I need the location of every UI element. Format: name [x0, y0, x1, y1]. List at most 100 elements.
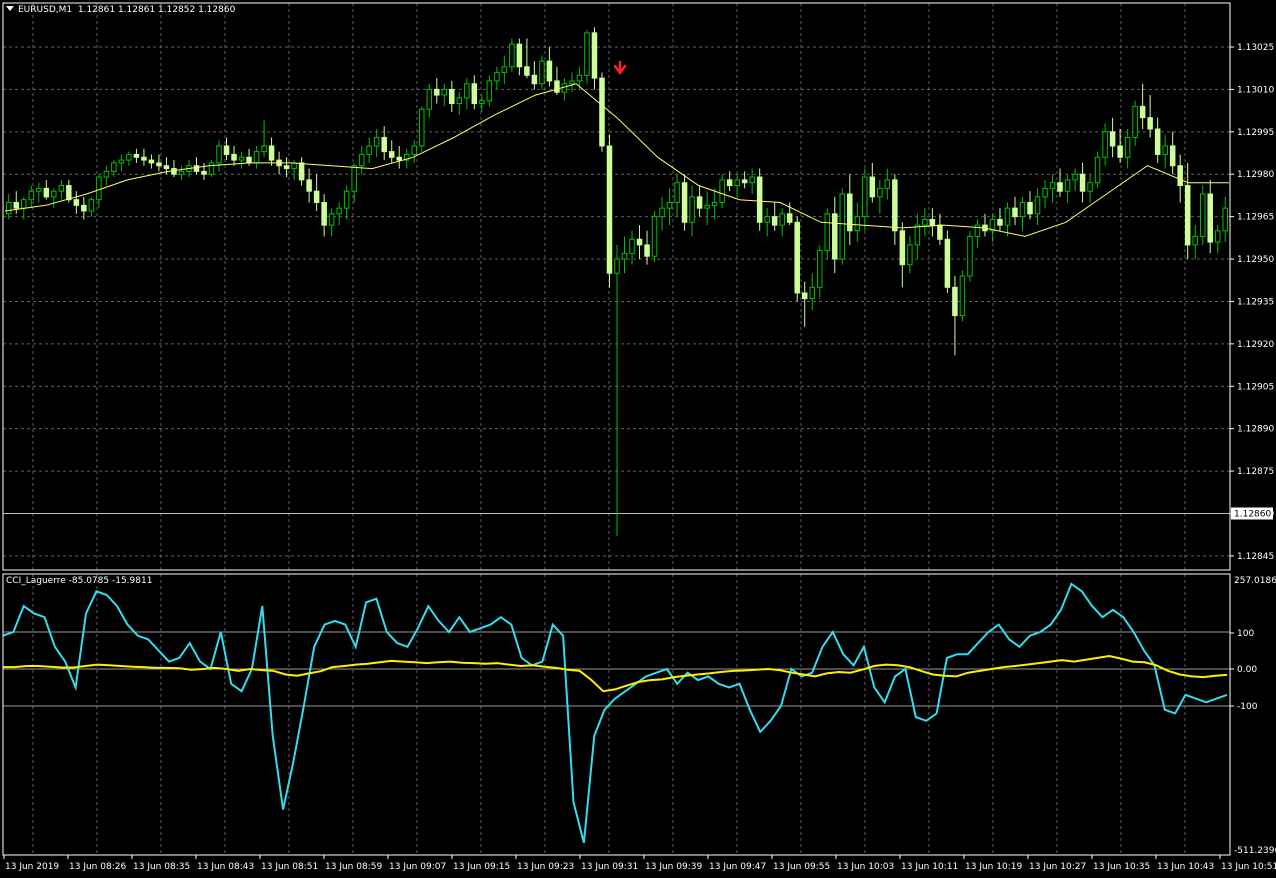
time-tick-label: 13 Jun 09:07 — [389, 862, 446, 872]
candle-body — [1199, 193, 1206, 237]
price-tick-label: 1.12920 — [1237, 340, 1274, 350]
candle-body — [1072, 173, 1078, 181]
candle-body — [524, 66, 530, 76]
candle-body — [771, 216, 778, 226]
price-tick-label: 1.12905 — [1237, 382, 1274, 392]
candle-body — [298, 162, 305, 181]
indicator-title: CCI_Laguerre -85.0785 -15.9811 — [6, 576, 153, 586]
candle-body — [944, 238, 951, 288]
candle-body — [388, 151, 395, 158]
candle-body — [952, 286, 958, 317]
candle-body — [13, 202, 20, 209]
signal-layer — [613, 60, 627, 76]
candle-body — [1132, 105, 1138, 138]
candle-body — [779, 213, 785, 226]
candle-body — [28, 190, 35, 201]
candle-body — [126, 153, 132, 161]
time-tick-label: 13 Jun 08:59 — [325, 862, 382, 872]
candle-body — [704, 204, 710, 209]
candle-body — [193, 165, 200, 172]
price-tick-label: 1.13025 — [1237, 43, 1274, 53]
cci-tick-label: 100 — [1237, 629, 1254, 639]
candle-body — [591, 32, 598, 79]
candle-body — [471, 83, 478, 105]
candle-body — [419, 108, 425, 147]
candle-body — [358, 153, 365, 167]
candles-layer — [6, 27, 1229, 537]
time-tick-label: 13 Jun 10:35 — [1093, 862, 1150, 872]
time-tick-label: 13 Jun 2019 — [5, 862, 59, 872]
price-tick-label: 1.12980 — [1237, 170, 1274, 180]
candle-body — [373, 136, 380, 147]
candle-body — [133, 153, 140, 158]
candle-body — [584, 32, 590, 76]
candle-body — [741, 179, 748, 184]
time-tick-label: 13 Jun 10:43 — [1157, 862, 1214, 872]
candle-body — [171, 168, 177, 175]
candle-body — [1057, 182, 1063, 192]
candle-body — [1027, 202, 1033, 215]
time-tick-label: 13 Jun 09:15 — [453, 862, 510, 872]
candle-body — [726, 179, 733, 187]
candle-body — [88, 199, 95, 212]
candle-body — [501, 66, 508, 73]
candle-body — [1154, 128, 1161, 155]
candle-body — [21, 199, 27, 209]
candle-body — [974, 224, 981, 237]
candle-body — [1004, 207, 1011, 226]
time-tick-label: 13 Jun 08:26 — [69, 862, 126, 872]
trading-chart[interactable]: 1.13025 1.13010 1.12995 1.12980 1.12965 1.129… — [0, 0, 1276, 878]
candle-body — [862, 176, 868, 218]
candle-body — [959, 275, 966, 317]
candle-body — [621, 252, 628, 260]
candle-body — [216, 145, 222, 164]
candle-body — [1012, 207, 1018, 218]
candle-body — [1079, 173, 1086, 192]
candle-body — [1139, 105, 1146, 119]
candle-body — [749, 176, 755, 184]
candle-body — [81, 204, 87, 212]
candle-body — [1049, 182, 1056, 189]
candle-body — [569, 80, 575, 85]
price-tick-label: 1.13010 — [1237, 85, 1274, 95]
time-tick-label: 13 Jun 09:55 — [773, 862, 830, 872]
candle-body — [516, 43, 523, 68]
candle-body — [824, 213, 831, 252]
candle-body — [201, 170, 207, 175]
candle-body — [291, 162, 297, 170]
price-axis: 1.13025 1.13010 1.12995 1.12980 1.12965 1.129… — [1230, 43, 1274, 562]
candle-body — [1117, 145, 1123, 158]
candle-body — [681, 182, 688, 223]
candle-body — [576, 74, 583, 82]
candle-body — [148, 159, 155, 164]
candle-body — [118, 159, 125, 164]
candle-body — [1192, 235, 1198, 246]
candle-body — [1087, 182, 1093, 192]
candle-body — [674, 182, 680, 203]
candle-body — [801, 292, 808, 300]
cci-layer — [2, 582, 1228, 844]
candle-body — [1102, 131, 1108, 158]
candle-body — [58, 185, 65, 192]
candle-body — [156, 162, 162, 167]
time-tick-label: 13 Jun 08:51 — [261, 862, 318, 872]
candle-body — [141, 156, 147, 161]
candle-body — [629, 238, 635, 254]
candle-body — [411, 145, 418, 155]
candle-body — [711, 202, 718, 206]
candle-body — [937, 224, 943, 240]
candle-body — [614, 258, 620, 274]
triangle-down-icon[interactable] — [6, 6, 14, 11]
laguerre-line — [3, 654, 1228, 693]
time-tick-label: 13 Jun 10:11 — [901, 862, 958, 872]
candle-body — [531, 74, 538, 85]
candle-body — [1064, 179, 1071, 192]
candle-body — [111, 162, 117, 172]
candle-body — [599, 77, 605, 147]
candle-body — [328, 213, 335, 226]
candle-body — [449, 88, 455, 105]
time-axis: 13 Jun 2019 13 Jun 08:26 13 Jun 08:35 13 Ju… — [3, 855, 1276, 872]
candle-body — [163, 165, 170, 170]
time-tick-label: 13 Jun 09:39 — [645, 862, 702, 872]
candle-body — [381, 136, 387, 153]
